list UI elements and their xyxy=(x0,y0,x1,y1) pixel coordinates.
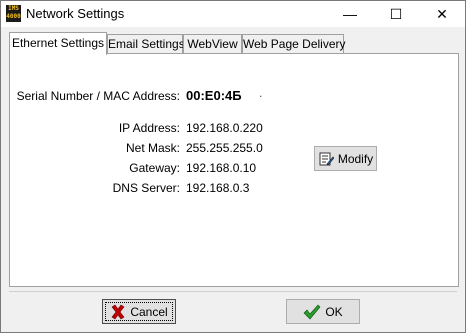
modify-label: Modify xyxy=(337,151,374,166)
serial-mac-suffix: . xyxy=(259,86,263,100)
serial-mac-value: 00:E0:4Б xyxy=(186,88,242,103)
footer-separator xyxy=(9,291,457,292)
tab-ethernet-settings[interactable]: Ethernet Settings xyxy=(9,32,107,55)
dns-server-label: DNS Server: xyxy=(112,181,180,195)
edit-document-icon xyxy=(318,151,334,167)
checkmark-icon xyxy=(303,304,321,320)
ip-address-value: 192.168.0.220 xyxy=(186,121,263,135)
dns-server-value: 192.168.0.3 xyxy=(186,181,250,195)
minimize-icon: — xyxy=(343,6,357,22)
tab-email-settings[interactable]: Email Settings xyxy=(107,34,185,54)
window-title: Network Settings xyxy=(26,6,125,21)
cancel-x-icon xyxy=(110,304,126,320)
gateway-label: Gateway: xyxy=(129,161,180,175)
cancel-label: Cancel xyxy=(130,304,168,319)
gateway-value: 192.168.0.10 xyxy=(186,161,257,175)
tab-webview[interactable]: WebView xyxy=(183,34,242,54)
ok-label: OK xyxy=(325,304,343,319)
close-icon: ✕ xyxy=(436,5,448,22)
ip-address-label: IP Address: xyxy=(118,121,180,135)
serial-mac-label: Serial Number / MAC Address: xyxy=(16,89,180,103)
ok-button[interactable]: OK xyxy=(286,299,360,324)
net-mask-value: 255.255.255.0 xyxy=(186,141,263,155)
net-mask-label: Net Mask: xyxy=(125,141,180,155)
tab-web-page-delivery[interactable]: Web Page Delivery xyxy=(242,34,346,54)
network-settings-window: IMS 4000 Network Settings — ☐ ✕ Ethernet … xyxy=(0,0,466,333)
minimize-button[interactable]: — xyxy=(327,1,373,27)
maximize-button[interactable]: ☐ xyxy=(373,1,419,27)
close-button[interactable]: ✕ xyxy=(419,1,465,27)
ethernet-settings-panel: Serial Number / MAC Address: 00:E0:4Б . … xyxy=(9,53,459,287)
maximize-icon: ☐ xyxy=(389,5,403,22)
modify-button[interactable]: Modify xyxy=(314,146,377,171)
app-icon: IMS 4000 xyxy=(6,5,21,22)
title-bar[interactable]: IMS 4000 Network Settings — ☐ ✕ xyxy=(1,1,465,27)
cancel-button[interactable]: Cancel xyxy=(102,299,176,324)
